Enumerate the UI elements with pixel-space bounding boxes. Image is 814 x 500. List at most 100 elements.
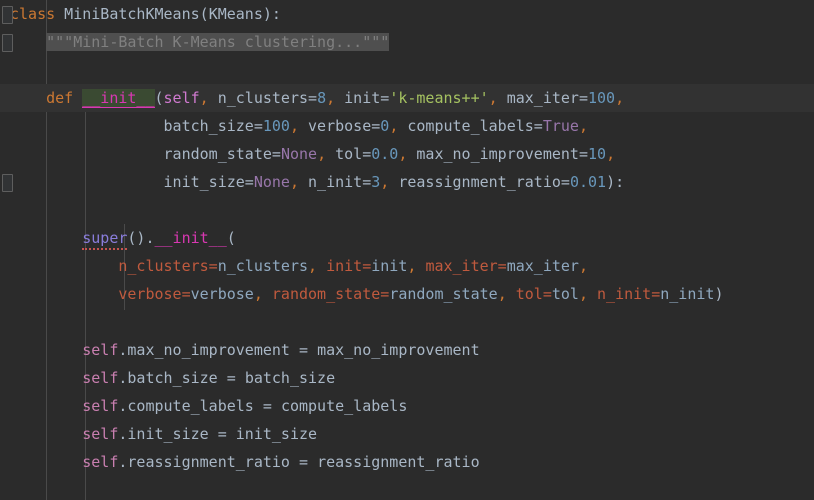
code-line-super-args-2[interactable]: verbose=verbose, random_state=random_sta… — [0, 280, 814, 308]
attribute-name: .compute_labels — [118, 397, 263, 415]
code-line-blank-3[interactable] — [0, 308, 814, 336]
value-init: 'k-means++' — [389, 89, 489, 107]
value-max-iter: 100 — [588, 89, 616, 107]
separator: , — [389, 117, 408, 135]
class-name: MiniBatchKMeans — [55, 5, 200, 23]
fold-marker-docstring[interactable] — [2, 34, 13, 52]
base-class-name: KMeans — [208, 5, 263, 23]
code-line-assign-compute-labels[interactable]: self.compute_labels = compute_labels — [0, 392, 814, 420]
code-line-assign-batch-size[interactable]: self.batch_size = batch_size — [0, 364, 814, 392]
assigned-value: reassignment_ratio — [317, 453, 480, 471]
param-compute-labels: compute_labels= — [407, 117, 543, 135]
separator: , — [578, 285, 598, 303]
code-line-params-3[interactable]: random_state=None, tol=0.0, max_no_impro… — [0, 140, 814, 168]
code-line-super-call[interactable]: super().__init__( — [0, 224, 814, 252]
code-line-params-4[interactable]: init_size=None, n_init=3, reassignment_r… — [0, 168, 814, 196]
separator: , — [578, 117, 588, 135]
function-name-init: __init__ — [82, 89, 155, 108]
keyword-class: class — [10, 5, 56, 23]
code-line-assign-max-no-improvement[interactable]: self.max_no_improvement = max_no_improve… — [0, 336, 814, 364]
code-line-docstring[interactable]: """Mini-Batch K-Means clustering...""" — [0, 28, 814, 56]
assign-operator: = — [299, 341, 318, 359]
open-paren: ( — [226, 229, 236, 247]
kwarg-verbose: verbose= — [118, 285, 191, 303]
value-random-state: None — [280, 145, 318, 163]
self-keyword: self — [82, 453, 119, 471]
self-keyword: self — [82, 341, 119, 359]
separator: , — [398, 145, 417, 163]
value-batch-size: 100 — [262, 117, 290, 135]
separator: , — [289, 173, 309, 191]
attribute-name: .batch_size — [118, 369, 227, 387]
assigned-value: batch_size — [244, 369, 336, 387]
open-paren: ( — [154, 89, 164, 107]
kwarg-value-verbose: verbose — [190, 285, 254, 303]
fold-marker-class[interactable] — [2, 6, 13, 24]
value-compute-labels: True — [542, 117, 579, 135]
kwarg-init: init= — [326, 257, 372, 275]
separator: , — [380, 173, 399, 191]
super-init-name: __init__ — [154, 229, 227, 247]
param-random-state: random_state= — [163, 145, 281, 163]
kwarg-tol: tol= — [515, 285, 552, 303]
value-tol: 0.0 — [371, 145, 399, 163]
close-paren-colon: ): — [606, 173, 625, 191]
code-line-params-2[interactable]: batch_size=100, verbose=0, compute_label… — [0, 112, 814, 140]
param-max-iter: max_iter= — [506, 89, 588, 107]
fold-marker-init-signature[interactable] — [2, 174, 13, 192]
separator: , — [578, 257, 588, 275]
kwarg-n-clusters: n_clusters= — [118, 257, 218, 275]
assigned-value: max_no_improvement — [317, 341, 480, 359]
code-line-blank-1[interactable] — [0, 56, 814, 84]
code-line-super-args-1[interactable]: n_clusters=n_clusters, init=init, max_it… — [0, 252, 814, 280]
self-keyword: self — [82, 425, 119, 443]
param-init: init= — [344, 89, 390, 107]
separator: , — [199, 89, 218, 107]
kwarg-n-init: n_init= — [597, 285, 661, 303]
separator: , — [497, 285, 516, 303]
param-n-init: n_init= — [308, 173, 372, 191]
value-init-size: None — [253, 173, 290, 191]
param-verbose: verbose= — [308, 117, 381, 135]
close-paren: ) — [714, 285, 724, 303]
assigned-value: compute_labels — [280, 397, 408, 415]
self-keyword: self — [82, 369, 119, 387]
kwarg-value-tol: tol — [551, 285, 579, 303]
separator: , — [615, 89, 625, 107]
separator: , — [308, 257, 327, 275]
attribute-name: .reassignment_ratio — [118, 453, 299, 471]
code-line-assign-init-size[interactable]: self.init_size = init_size — [0, 420, 814, 448]
param-init-size: init_size= — [163, 173, 254, 191]
code-line-class-declaration[interactable]: class MiniBatchKMeans(KMeans): — [0, 0, 814, 28]
code-content[interactable]: class MiniBatchKMeans(KMeans): """Mini-B… — [0, 0, 814, 476]
kwarg-random-state: random_state= — [271, 285, 390, 303]
kwarg-max-iter: max_iter= — [425, 257, 507, 275]
separator: , — [253, 285, 272, 303]
open-paren: ( — [199, 5, 209, 23]
param-tol: tol= — [335, 145, 372, 163]
code-line-assign-reassignment-ratio[interactable]: self.reassignment_ratio = reassignment_r… — [0, 448, 814, 476]
separator: , — [488, 89, 507, 107]
code-line-blank-2[interactable] — [0, 196, 814, 224]
assigned-value: init_size — [235, 425, 318, 443]
assign-operator: = — [217, 425, 236, 443]
attribute-name: .init_size — [118, 425, 218, 443]
value-reassignment-ratio: 0.01 — [569, 173, 607, 191]
separator: , — [606, 145, 616, 163]
code-line-init-signature[interactable]: def __init__(self, n_clusters=8, init='k… — [0, 84, 814, 112]
kwarg-value-max-iter: max_iter — [506, 257, 579, 275]
code-editor[interactable]: class MiniBatchKMeans(KMeans): """Mini-B… — [0, 0, 814, 500]
assign-operator: = — [262, 397, 281, 415]
kwarg-value-random-state: random_state — [389, 285, 498, 303]
